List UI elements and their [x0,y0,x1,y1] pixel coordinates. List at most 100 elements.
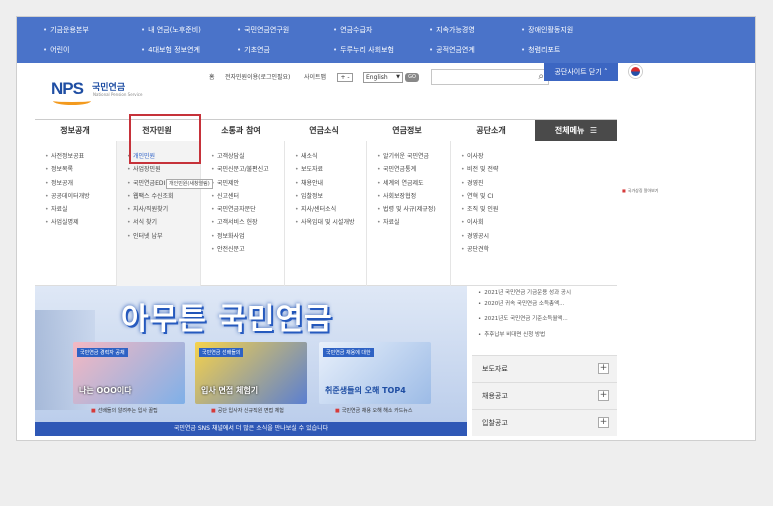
menu-item[interactable]: 국민연금자문단 [201,203,284,217]
menu-item[interactable]: 웹팩스 수신조회 [117,190,200,204]
plus-icon[interactable]: + [598,363,609,374]
menu-item[interactable]: 사전정보공표 [35,150,116,164]
panel-label: 보도자료 [482,365,508,373]
menu-item[interactable]: 서식 찾기 [117,216,200,230]
card-caption[interactable]: 국민연금 채용 오해 해소 카드뉴스 [335,407,413,414]
menu-column-communication: 고객상담실 국민신문고/불편신고 국민제안 신고센터 국민연금자문단 고객서비스… [201,141,285,286]
menu-item[interactable]: 인터넷 납부 [117,230,200,244]
menu-item[interactable]: 경영공시 [451,230,535,244]
tab-pension-news[interactable]: 연금소식 [283,120,365,141]
menu-column-info: 사전정보공표 정보목록 정보공개 공공데이터개방 자료실 사업실명제 [35,141,117,286]
menu-item[interactable]: 지사/직원찾기 [117,203,200,217]
menu-item[interactable]: 국민신문고/불편신고 [201,163,284,177]
menu-item[interactable]: 지사/센터소식 [285,203,366,217]
tab-communication[interactable]: 소통과 참여 [199,120,283,141]
card-text: 나는 OOO이다 [79,386,132,395]
news-item[interactable]: 추후납부 비대면 신청 방법 [478,330,545,338]
card-caption[interactable]: 공단 입사자 신규직원 면접 체험 [211,407,284,414]
nps-logo[interactable]: NPS 국민연금 National Pension Service [51,77,151,107]
topbar-link[interactable]: 국민연금연구원 [237,25,289,35]
national-symbol-link[interactable]: 국가상징 알아보기 [622,65,659,193]
highlight-box [129,114,201,164]
menu-item[interactable]: 경영진 [451,177,535,191]
site-close-button[interactable]: 공단사이트 닫기 ˄ [544,63,618,81]
search-input[interactable]: ⌕ [431,69,549,85]
top-service-bar: 기금운용본부 내 연금(노후준비) 국민연금연구원 연금수급자 지속가능경영 장… [17,17,755,63]
util-home-link[interactable]: 홈 [209,73,215,83]
mega-menu: 사전정보공표 정보목록 정보공개 공공데이터개방 자료실 사업실명제 개인민원 … [35,141,617,286]
menu-item[interactable]: 이사장 [451,150,535,164]
topbar-link[interactable]: 청렴리포트 [521,45,560,55]
card-text: 취준생들의 오해 TOP4 [325,386,406,395]
menu-item[interactable]: 이사회 [451,216,535,230]
panel-label: 입찰공고 [482,419,508,427]
card-tag: 국민연금 선배들의 [199,348,244,357]
promo-card[interactable]: 국민연금 채용에 대한 취준생들의 오해 TOP4 [319,342,431,404]
plus-icon[interactable]: + [598,390,609,401]
taegeuk-flag-icon [628,65,642,78]
topbar-link[interactable]: 지속가능경영 [429,25,475,35]
menu-item[interactable]: 정보목록 [35,163,116,177]
menu-item[interactable]: 공공데이터개방 [35,190,116,204]
menu-item[interactable]: 신고센터 [201,190,284,204]
menu-item[interactable]: 법령 및 사규(제규정) [367,203,450,217]
menu-item[interactable]: 사옥임대 및 시설개방 [285,216,366,230]
menu-item[interactable]: 자료실 [367,216,450,230]
util-sitemap-link[interactable]: 사이트맵 [304,73,326,83]
menu-item[interactable]: 정보화사업 [201,230,284,244]
banner-headline: 아무튼 국민연금 [121,302,333,337]
promo-banner[interactable]: 아무튼 국민연금 국민연금 경력자 공채 나는 OOO이다 국민연금 선배들의 … [35,286,467,436]
tab-about[interactable]: 공단소개 [449,120,533,141]
util-login-link[interactable]: 전자민원이용(로그인필요) [225,73,290,83]
menu-item[interactable]: 정보공개 [35,177,116,191]
menu-item[interactable]: 새소식 [285,150,366,164]
menu-item[interactable]: 비전 및 전략 [451,163,535,177]
bid-panel[interactable]: 입찰공고 + [472,409,617,436]
menu-item[interactable]: 국민연금통계 [367,163,450,177]
zoom-control[interactable]: + - [337,73,353,82]
menu-item[interactable]: 자료실 [35,203,116,217]
topbar-link[interactable]: 기초연금 [237,45,270,55]
menu-item[interactable]: 채용안내 [285,177,366,191]
menu-item[interactable]: 고객서비스 헌장 [201,216,284,230]
topbar-link[interactable]: 두루누리 사회보험 [333,45,394,55]
menu-item[interactable]: 국민제안 [201,177,284,191]
menu-item[interactable]: 안전신문고 [201,243,284,257]
site-header: NPS 국민연금 National Pension Service 홈 전자민원… [17,63,755,193]
menu-item[interactable]: 공단견학 [451,243,535,257]
menu-item[interactable]: 사회보장협정 [367,190,450,204]
tab-info-disclosure[interactable]: 정보공개 [35,120,115,141]
menu-column-pension-info: 알기쉬운 국민연금 국민연금통계 세계의 연금제도 사회보장협정 법령 및 사규… [367,141,451,286]
news-item[interactable]: 2021년 국민연금 기금운용 성과 공시 [478,288,571,296]
topbar-link[interactable]: 공적연금연계 [429,45,475,55]
promo-card[interactable]: 국민연금 경력자 공채 나는 OOO이다 [73,342,185,404]
menu-item[interactable]: 연혁 및 CI [451,190,535,204]
main-navigation: 정보공개 전자민원 소통과 참여 연금소식 연금정보 공단소개 전체메뉴 ☰ [35,119,617,142]
topbar-link[interactable]: 연금수급자 [333,25,372,35]
news-item[interactable]: 2020년 귀속 국민연금 소득총액... [478,299,564,307]
menu-item[interactable]: 세계의 연금제도 [367,177,450,191]
menu-item[interactable]: 고객상담실 [201,150,284,164]
menu-item[interactable]: 사업실명제 [35,216,116,230]
menu-item[interactable]: 보도자료 [285,163,366,177]
topbar-link[interactable]: 어린이 [43,45,69,55]
plus-icon[interactable]: + [598,417,609,428]
promo-card[interactable]: 국민연금 선배들의 입사 면접 체험기 [195,342,307,404]
menu-item[interactable]: 알기쉬운 국민연금 [367,150,450,164]
tab-pension-info[interactable]: 연금정보 [365,120,449,141]
language-select[interactable]: English ▼ [363,72,403,83]
topbar-link[interactable]: 4대보험 정보연계 [141,45,200,55]
card-caption[interactable]: 선배들의 알려주는 입사 꿀팁 [91,407,158,414]
topbar-link[interactable]: 내 연금(노후준비) [141,25,201,35]
menu-item[interactable]: 입찰정보 [285,190,366,204]
menu-item[interactable]: 사업장민원 [117,163,200,177]
news-item[interactable]: 2021년도 국민연금 기준소득월액... [478,314,567,322]
topbar-link[interactable]: 장애인활동지원 [521,25,573,35]
language-go-button[interactable]: GO [405,73,419,82]
browser-page: 기금운용본부 내 연금(노후준비) 국민연금연구원 연금수급자 지속가능경영 장… [16,16,756,441]
menu-item[interactable]: 조직 및 인원 [451,203,535,217]
all-menu-button[interactable]: 전체메뉴 ☰ [535,120,617,142]
topbar-link[interactable]: 기금운용본부 [43,25,89,35]
press-release-panel[interactable]: 보도자료 + [472,355,617,382]
recruit-panel[interactable]: 채용공고 + [472,382,617,409]
